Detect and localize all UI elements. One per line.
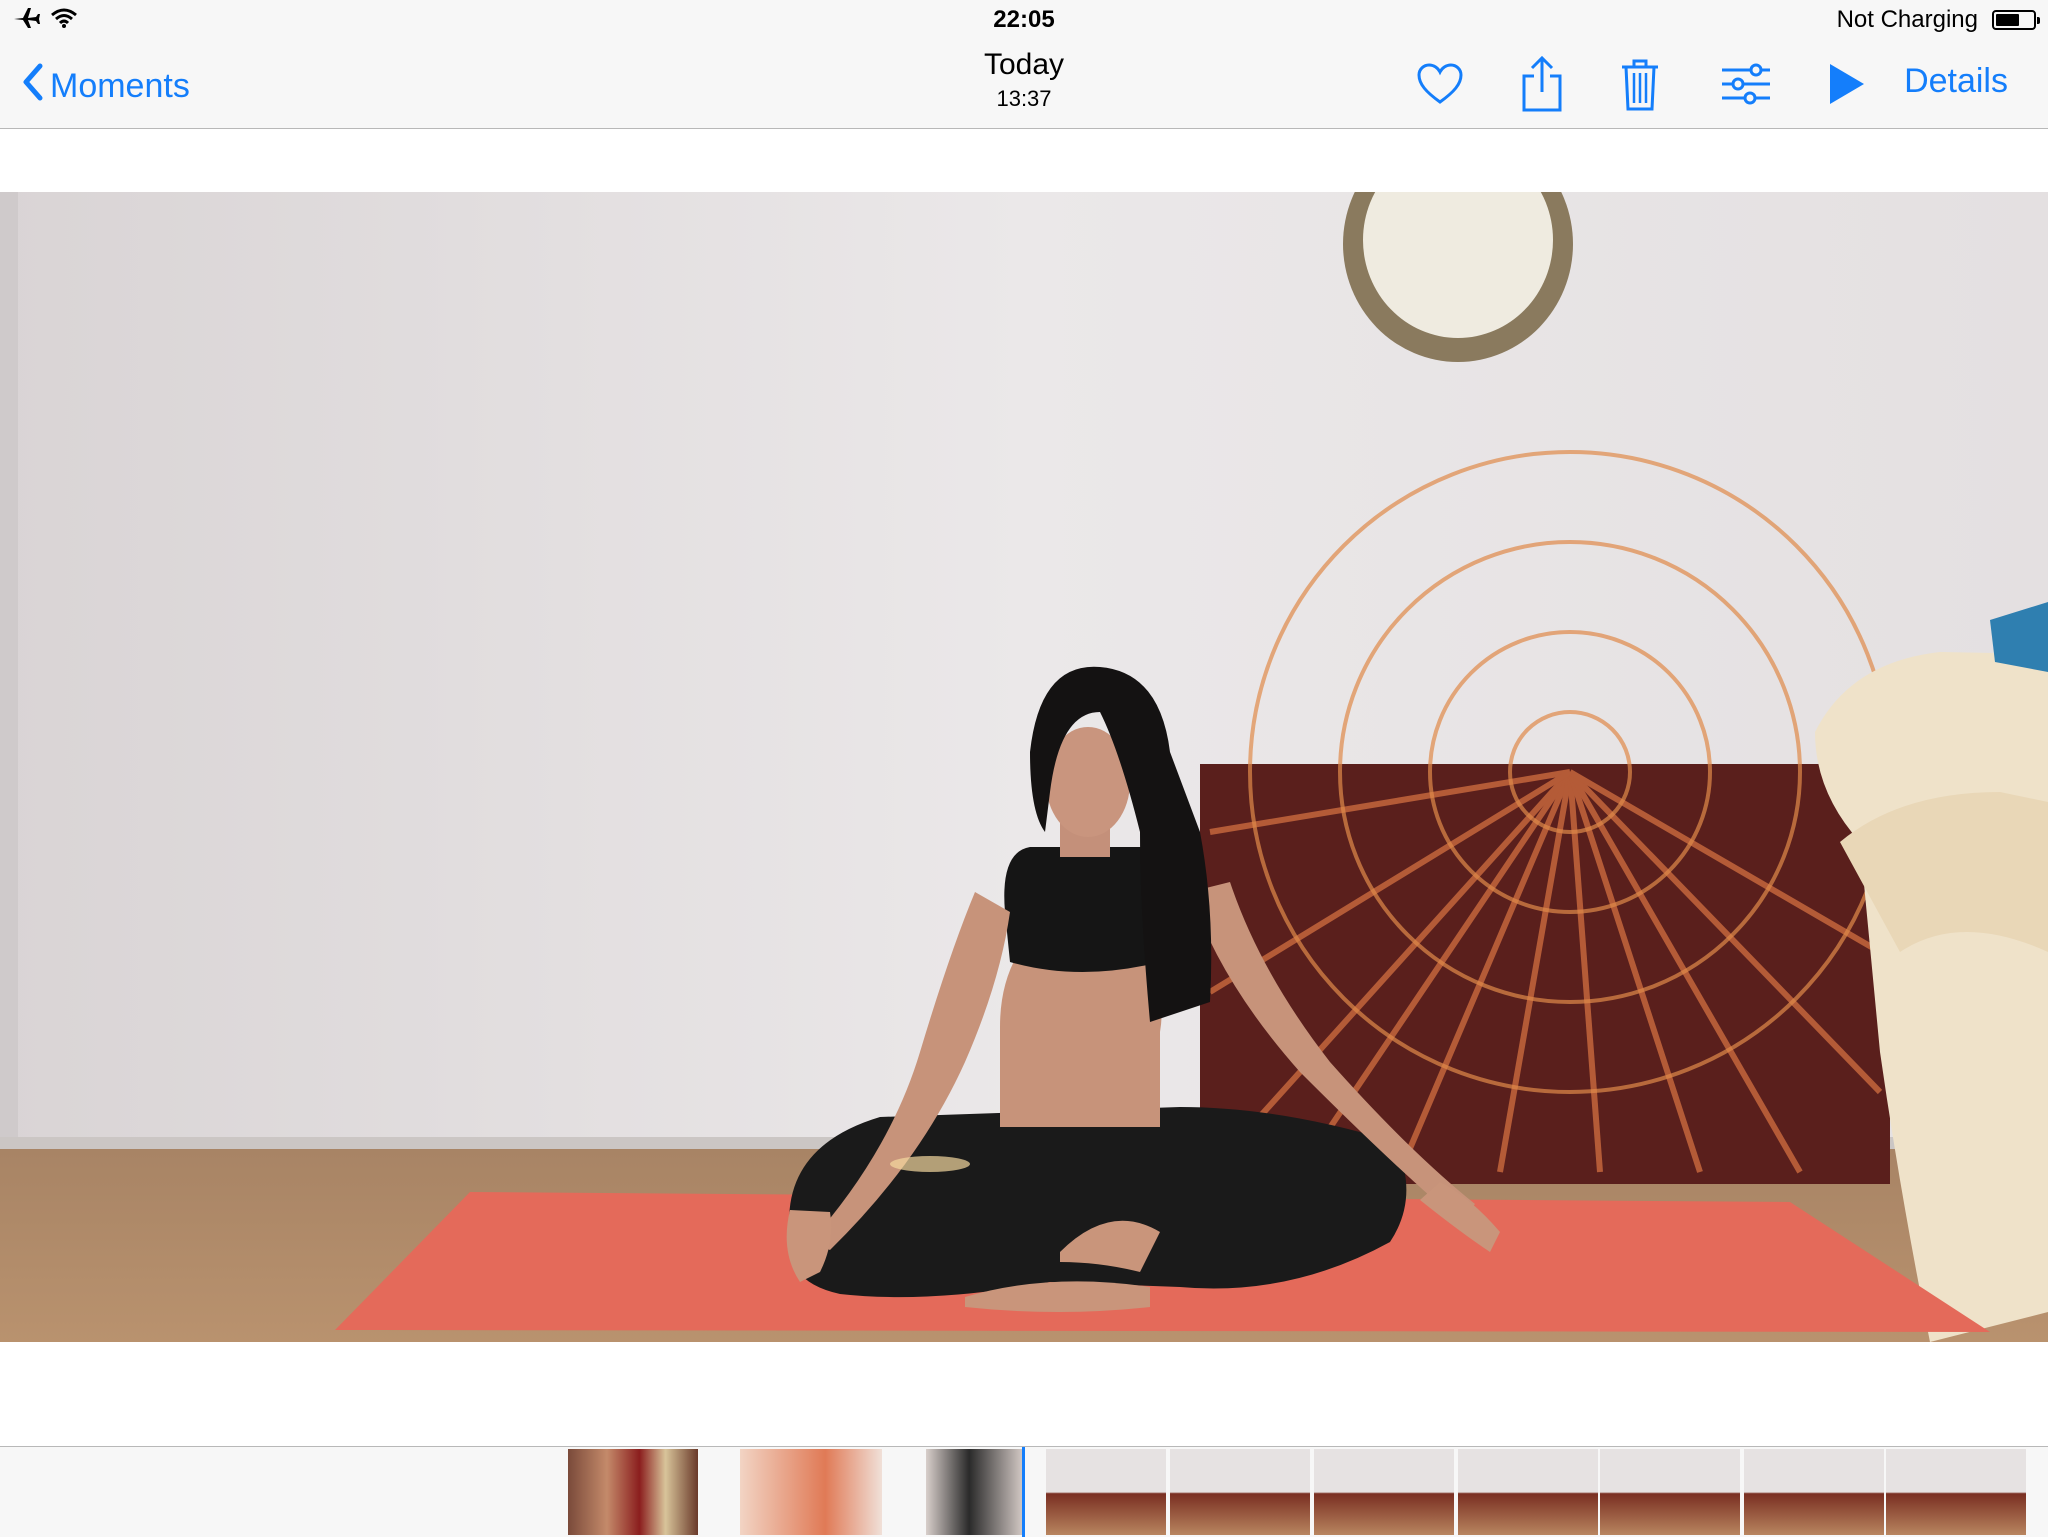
share-button[interactable] <box>1512 54 1572 114</box>
favorite-button[interactable] <box>1410 54 1470 114</box>
battery-icon <box>1992 10 2040 30</box>
filmstrip-thumbnail[interactable] <box>1170 1449 1310 1535</box>
details-button[interactable]: Details <box>1904 62 2008 101</box>
adjust-icon <box>1722 63 1770 105</box>
delete-button[interactable] <box>1610 54 1670 114</box>
charging-label: Not Charging <box>1836 6 1978 33</box>
trash-icon <box>1622 59 1658 111</box>
status-right: Not Charging <box>1836 6 2040 34</box>
filmstrip-scrubber[interactable] <box>1022 1447 1025 1537</box>
status-time: 22:05 <box>993 6 1055 33</box>
filmstrip-thumbnail[interactable] <box>1600 1449 1740 1535</box>
filmstrip-thumbnail[interactable] <box>1886 1449 2026 1535</box>
edit-button[interactable] <box>1716 54 1776 114</box>
filmstrip-thumbnail[interactable] <box>1458 1449 1598 1535</box>
play-icon <box>1830 64 1864 104</box>
filmstrip-thumbnail[interactable] <box>1046 1449 1166 1535</box>
filmstrip-thumbnail[interactable] <box>926 1449 1022 1535</box>
filmstrip-thumbnail[interactable] <box>740 1449 882 1535</box>
status-bar: 22:05 Not Charging <box>0 0 2048 40</box>
filmstrip-thumbnail[interactable] <box>568 1449 698 1535</box>
filmstrip-thumbnail[interactable] <box>1314 1449 1454 1535</box>
play-button[interactable] <box>1816 54 1876 114</box>
filmstrip[interactable] <box>0 1446 2048 1537</box>
yoga-photo <box>0 192 2048 1342</box>
filmstrip-thumbnail[interactable] <box>1744 1449 1884 1535</box>
photo-viewer[interactable] <box>0 192 2048 1342</box>
nav-bar: Moments Today 13:37 Details <box>0 40 2048 129</box>
share-icon <box>1522 56 1562 112</box>
heart-icon <box>1417 63 1463 104</box>
